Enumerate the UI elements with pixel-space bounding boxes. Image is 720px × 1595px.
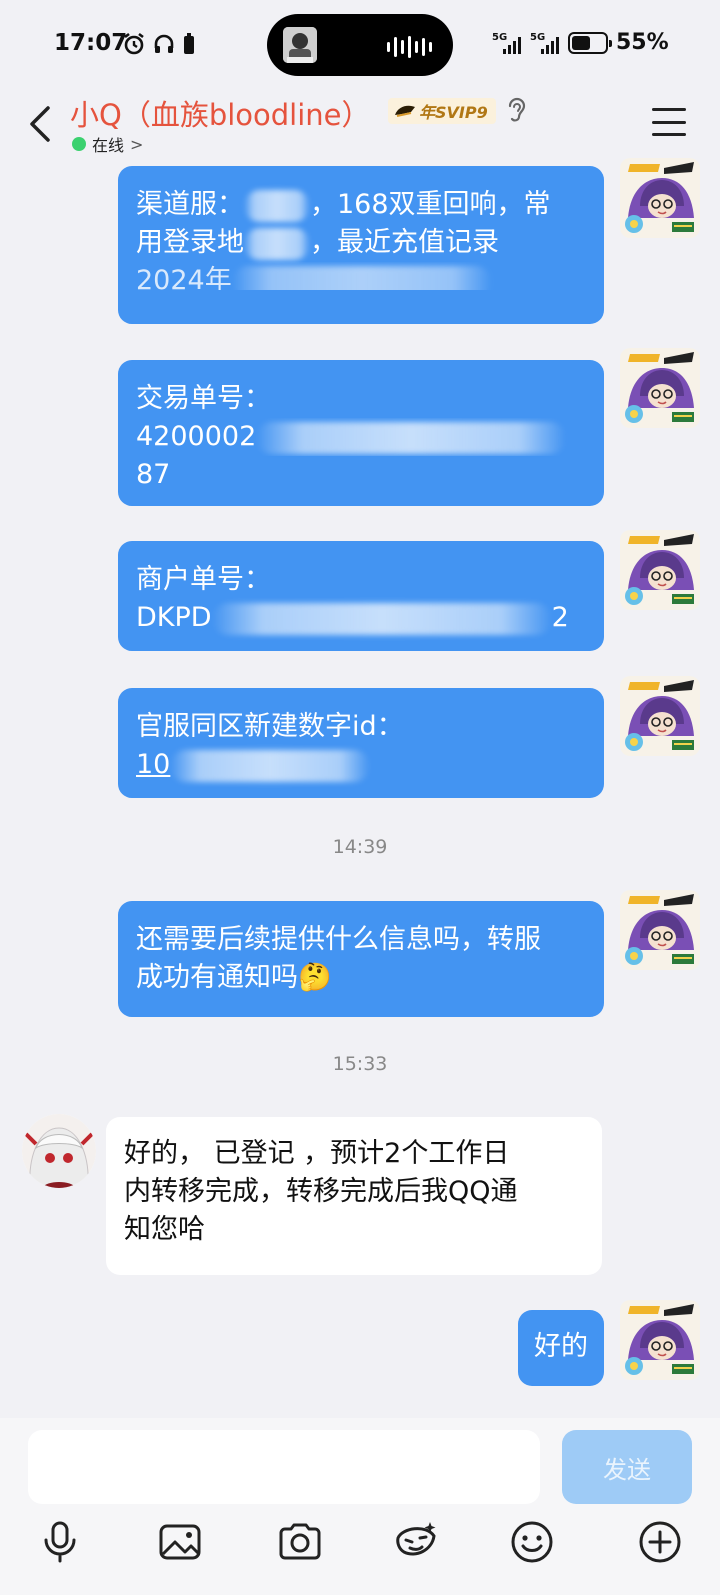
toolbar (0, 1518, 720, 1578)
plus-icon[interactable] (636, 1518, 684, 1566)
battery-small-icon (184, 33, 194, 54)
timestamp: 14:39 (332, 836, 388, 858)
menu-icon[interactable] (652, 108, 686, 136)
emoji-icon[interactable] (508, 1518, 556, 1566)
message-bubble-outgoing[interactable]: 好的 (518, 1310, 604, 1386)
sticker-icon[interactable] (392, 1518, 440, 1566)
contact-avatar[interactable] (22, 1114, 96, 1188)
alarm-icon (124, 32, 144, 55)
message-input[interactable] (28, 1430, 540, 1504)
svip-badge[interactable]: 年SVIP9 (388, 98, 496, 124)
contact-name[interactable]: 小Q（血族bloodline） (70, 92, 371, 134)
my-avatar[interactable] (620, 676, 700, 756)
music-album-thumbnail (283, 27, 317, 63)
send-button[interactable]: 发送 (562, 1430, 692, 1504)
battery-percent: 55% (616, 30, 669, 55)
audio-wave-icon (387, 36, 432, 58)
online-dot (72, 137, 86, 151)
timestamp: 15:33 (332, 1053, 388, 1075)
headphones-icon (154, 34, 174, 53)
clock: 17:07 (54, 30, 128, 56)
message-bubble-outgoing[interactable]: 商户单号： DKPD 2 (118, 541, 604, 651)
status-bar: 17:07 5G 5G 55% (0, 0, 720, 92)
ear-icon[interactable] (506, 96, 528, 124)
message-bubble-outgoing[interactable]: 还需要后续提供什么信息吗，转服 成功有通知吗🤔 (118, 901, 604, 1017)
signal-5g-2: 5G (530, 32, 560, 54)
my-avatar[interactable] (620, 348, 700, 428)
my-avatar[interactable] (620, 1300, 700, 1380)
chat-header: 小Q（血族bloodline） 年SVIP9 在线 > (0, 92, 720, 164)
back-arrow-icon[interactable] (26, 104, 56, 144)
status-right-icons: 5G 5G 55% (492, 30, 669, 55)
chevron-right-icon: > (130, 134, 144, 154)
my-avatar[interactable] (620, 158, 700, 238)
camera-icon[interactable] (276, 1518, 324, 1566)
message-bubble-incoming[interactable]: 好的， 已登记 ，预计2个工作日 内转移完成，转移完成后我QQ通 知您哈 (106, 1117, 602, 1275)
message-bubble-outgoing[interactable]: 交易单号： 4200002 87 (118, 360, 604, 506)
my-avatar[interactable] (620, 530, 700, 610)
online-status[interactable]: 在线 > (72, 132, 143, 156)
image-icon[interactable] (156, 1518, 204, 1566)
svip-label: 年SVIP9 (419, 103, 488, 122)
battery-icon (568, 31, 612, 54)
dynamic-island[interactable] (267, 14, 453, 76)
mic-icon[interactable] (36, 1518, 84, 1566)
message-bubble-outgoing[interactable]: 官服同区新建数字id： 10 (118, 688, 604, 798)
signal-5g-1: 5G (492, 32, 522, 54)
input-bar: 发送 (0, 1418, 720, 1595)
my-avatar[interactable] (620, 890, 700, 970)
status-left-icons (122, 32, 196, 56)
vip-crown-icon (395, 105, 415, 117)
message-bubble-outgoing[interactable]: 渠道服： ，168双重回响，常 用登录地 ，最近充值记录 2024年 (118, 166, 604, 324)
